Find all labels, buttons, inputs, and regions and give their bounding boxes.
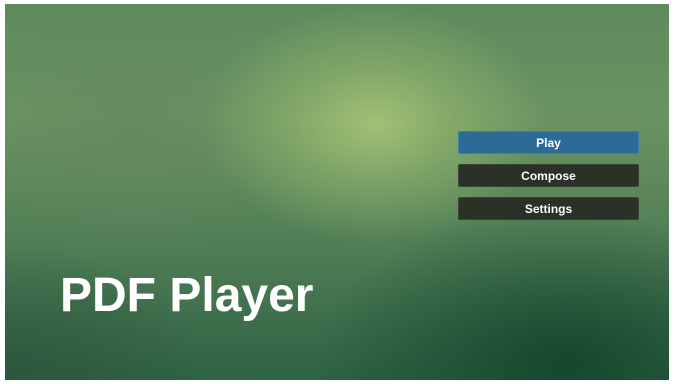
compose-button-label: Compose <box>521 168 576 183</box>
play-button[interactable]: Play <box>458 131 639 154</box>
app-screen: Play Compose Settings PDF Player <box>5 4 669 380</box>
app-title: PDF Player <box>60 269 314 322</box>
play-button-label: Play <box>536 135 561 150</box>
settings-button-label: Settings <box>524 201 573 216</box>
compose-button[interactable]: Compose <box>458 164 639 187</box>
settings-button[interactable]: Settings <box>458 197 639 220</box>
main-menu: Play Compose Settings <box>458 131 639 230</box>
